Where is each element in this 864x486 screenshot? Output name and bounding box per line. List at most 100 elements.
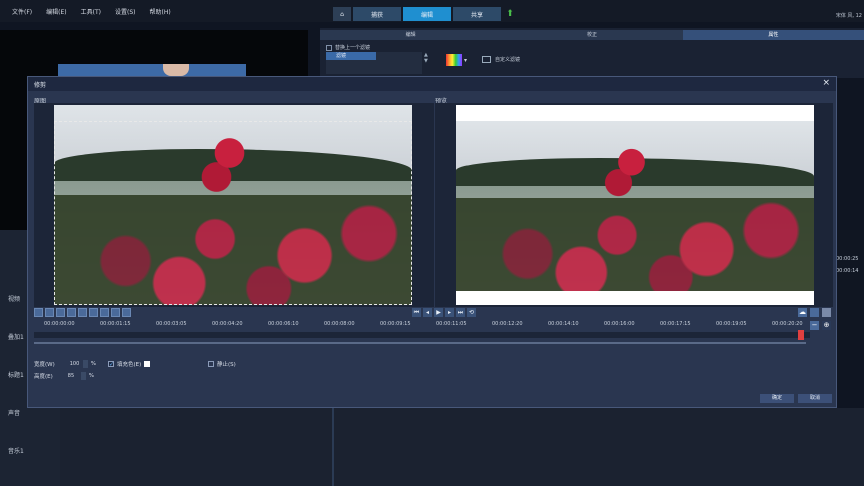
filter-preset-swatch[interactable] <box>446 54 462 66</box>
original-pane <box>34 103 434 307</box>
replace-filter-label: 替换上一个滤镜 <box>335 45 371 51</box>
width-unit: % <box>90 361 96 367</box>
height-stepper[interactable] <box>80 372 86 380</box>
tab-options-correct[interactable]: 校正 <box>501 30 683 40</box>
height-field: 高度(E) 85 % <box>34 372 94 380</box>
cancel-button[interactable]: 取消 <box>798 394 832 403</box>
timecode-tick: 00:00:16:00 <box>604 321 635 327</box>
prev-frame-icon[interactable]: ◂ <box>423 308 432 317</box>
static-checkbox[interactable] <box>208 361 214 367</box>
preview-image <box>456 105 814 305</box>
status-info: 宋体 风, 12 <box>835 13 862 19</box>
tab-edit[interactable]: 编辑 <box>403 7 451 21</box>
track-music-label: 音乐1 <box>8 448 24 455</box>
go-end-icon[interactable]: ⏭ <box>456 308 465 317</box>
chevron-down-icon[interactable]: ▾ <box>464 57 467 64</box>
timecode-tick: 00:00:08:00 <box>324 321 355 327</box>
track-title-label: 标题1 <box>8 372 24 379</box>
dialog-title-bar: 修剪 × <box>28 77 836 91</box>
cloud-icon[interactable]: ☁ <box>798 308 807 317</box>
fill-color-label: 填充色(E) <box>117 362 142 368</box>
workspace-tabs: ⌂ 捕获 编辑 共享 ⬆ <box>333 7 517 21</box>
preview-pane <box>435 103 833 307</box>
home-icon[interactable]: ⌂ <box>333 7 351 21</box>
trim-dialog: 修剪 × 原图 预览 ⏮ ◂ ▶ ▸ ⏭ ⟲ ☁ − ⊕ 00:00:00:00… <box>27 76 837 408</box>
menu-file[interactable]: 文件(F) <box>12 7 32 16</box>
keyframe-icon[interactable] <box>810 308 819 317</box>
timecode-tick: 00:00:09:15 <box>380 321 411 327</box>
loop-icon[interactable]: ⟲ <box>467 308 476 317</box>
tab-capture[interactable]: 捕获 <box>353 7 401 21</box>
height-unit: % <box>88 373 95 379</box>
tool-fit-icon[interactable] <box>122 308 131 317</box>
timecode-tick: 00:00:04:20 <box>212 321 243 327</box>
custom-filter-icon <box>482 56 491 63</box>
static-label: 静止(S) <box>217 362 236 368</box>
time-readout: 00:00:14 <box>836 268 859 274</box>
width-field: 宽度(W) 100 % <box>34 360 96 368</box>
height-input[interactable]: 85 <box>68 373 78 379</box>
go-start-icon[interactable]: ⏮ <box>412 308 421 317</box>
timecode-tick: 00:00:01:15 <box>100 321 131 327</box>
static-option: 静止(S) <box>208 360 236 368</box>
upload-arrow-icon[interactable]: ⬆ <box>503 7 517 21</box>
tool-grid-icon[interactable] <box>78 308 87 317</box>
track-video-label: 视频 <box>8 296 21 303</box>
keyframe-slider[interactable] <box>34 330 810 340</box>
track-voice-label: 声音 <box>8 410 21 417</box>
fill-color-option: ✓ 填充色(E) <box>108 360 151 368</box>
timecode-tick: 00:00:00:00 <box>44 321 75 327</box>
play-icon[interactable]: ▶ <box>434 308 443 317</box>
tool-arrow-icon[interactable] <box>34 308 43 317</box>
options-panel: 编辑 校正 属性 替换上一个滤镜 滤镜 ▲ ▼ ▾ 自定义滤镜 <box>320 28 864 78</box>
filter-list-scroll-icon[interactable]: ▲ ▼ <box>424 52 428 64</box>
timecode-tick: 00:00:20:20 <box>772 321 803 327</box>
timecode-tick: 00:00:11:05 <box>436 321 467 327</box>
replace-filter-checkbox[interactable]: 替换上一个滤镜 <box>326 44 370 51</box>
time-readout: 00:00:25 <box>836 256 859 262</box>
tab-options-edit[interactable]: 编辑 <box>320 30 502 40</box>
timecode-tick: 00:00:19:05 <box>716 321 747 327</box>
width-label: 宽度(W) <box>34 362 55 368</box>
track-overlay-label: 叠加1 <box>8 334 24 341</box>
menu-tools[interactable]: 工具(T) <box>81 7 101 16</box>
fill-color-swatch[interactable] <box>144 361 151 367</box>
width-input[interactable]: 100 <box>70 361 80 367</box>
menu-settings[interactable]: 设置(S) <box>115 7 136 16</box>
timecode-ruler[interactable]: 00:00:00:00 00:00:01:15 00:00:03:05 00:0… <box>34 320 832 330</box>
tool-redo-icon[interactable] <box>56 308 65 317</box>
filter-list[interactable]: 滤镜 <box>326 52 422 74</box>
ok-button[interactable]: 确定 <box>760 394 794 403</box>
original-image <box>54 105 412 305</box>
edit-toolbar: ⏮ ◂ ▶ ▸ ⏭ ⟲ <box>34 308 832 318</box>
timecode-tick: 00:00:12:20 <box>492 321 523 327</box>
filter-list-item[interactable]: 滤镜 <box>326 52 376 60</box>
timecode-tick: 00:00:14:10 <box>548 321 579 327</box>
tool-crop-icon[interactable] <box>89 308 98 317</box>
timecode-tick: 00:00:17:15 <box>660 321 691 327</box>
width-stepper[interactable] <box>82 360 88 368</box>
custom-filter-button[interactable]: 自定义滤镜 <box>482 56 520 63</box>
timecode-tick: 00:00:06:10 <box>268 321 299 327</box>
height-label: 高度(E) <box>34 374 53 380</box>
timecode-tick: 00:00:03:05 <box>156 321 187 327</box>
tool-mask-icon[interactable] <box>100 308 109 317</box>
custom-filter-label: 自定义滤镜 <box>495 57 521 63</box>
fill-color-checkbox[interactable]: ✓ <box>108 361 114 368</box>
tool-key-icon[interactable] <box>111 308 120 317</box>
tool-brush-icon[interactable] <box>67 308 76 317</box>
playhead-marker[interactable] <box>798 330 804 340</box>
menu-help[interactable]: 帮助(H) <box>149 7 170 16</box>
fit-view-icon[interactable] <box>822 308 831 317</box>
timeline-area <box>60 408 864 486</box>
menu-edit[interactable]: 编辑(E) <box>46 7 66 16</box>
timeline-right-edge: 00:00:25 00:00:14 <box>836 230 864 340</box>
tab-share[interactable]: 共享 <box>453 7 501 21</box>
next-frame-icon[interactable]: ▸ <box>445 308 454 317</box>
close-icon[interactable]: × <box>822 78 830 88</box>
dialog-title: 修剪 <box>34 82 47 89</box>
crop-frame[interactable] <box>54 121 412 305</box>
tool-undo-icon[interactable] <box>45 308 54 317</box>
scrub-track[interactable] <box>34 342 806 344</box>
tab-options-attributes[interactable]: 属性 <box>682 30 864 40</box>
